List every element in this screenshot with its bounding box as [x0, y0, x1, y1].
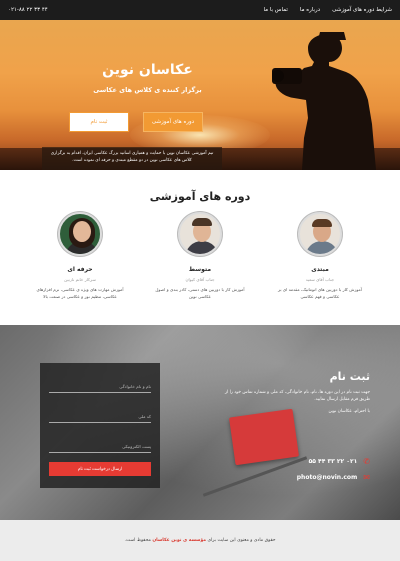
avatar-intermediate-teacher — [178, 212, 222, 256]
footer-text-start: حقوق مادی و معنوی این سایت برای — [206, 538, 276, 543]
course-description: آموزش مهارت های ویژه ی عکاسی، نرم افزاره… — [36, 287, 124, 299]
course-level: مبتدی — [311, 266, 329, 273]
name-input[interactable] — [49, 381, 151, 393]
course-card-professional: حرفه ای سرکار خانم نازنین آموزش مهارت ها… — [35, 212, 125, 300]
contact-email: ✉ photo@novin.com — [297, 473, 370, 482]
hero-section: عکاسان نوین برگزار کننده ی کلاس های عکاس… — [0, 20, 400, 170]
course-description: آموزش کار با دوربین های اتوماتیک، مقدمه … — [278, 287, 362, 299]
phone-icon: ✆ — [363, 457, 370, 466]
register-form: ارسال درخواست ثبت نام — [40, 363, 160, 488]
footer: حقوق مادی و معنوی این سایت برای مؤسسه ی … — [0, 520, 400, 561]
course-description: آموزش کار با دوربین های دستی، کادر بندی … — [155, 287, 245, 299]
register-text: جهت ثبت نام در این دوره ها، نام، نام خان… — [224, 390, 370, 402]
courses-section: دوره های آموزشی مبتدی جناب آقای سعید آمو… — [0, 170, 400, 325]
hero-title: عکاسان نوین — [102, 62, 193, 78]
main-nav: شرایط دوره های آموزشی درباره ما تماس با … — [263, 7, 392, 13]
course-card-intermediate: متوسط جناب آقای کیوان آموزش کار با دوربی… — [155, 212, 245, 300]
topbar-phone: ۰۲۱-۸۸ ۲۲ ۳۳ ۴۴ — [8, 7, 48, 13]
contact-phone: ✆ ۰۲۱ ۲۲ ۳۳ ۴۴ ۵۵ — [309, 457, 370, 466]
course-teacher: سرکار خانم نازنین — [64, 277, 96, 282]
nav-link-contact[interactable]: تماس با ما — [263, 7, 287, 13]
register-button[interactable]: ثبت نام — [69, 112, 129, 132]
hero-description: تیم آموزشی عکاسان نوین با حمایت و همیاری… — [42, 147, 222, 170]
register-title: ثبت نام — [329, 370, 370, 383]
nav-link-course-terms[interactable]: شرایط دوره های آموزشی — [332, 7, 392, 13]
contact-email-address[interactable]: photo@novin.com — [297, 474, 358, 481]
register-info: ثبت نام جهت ثبت نام در این دوره ها، نام،… — [220, 370, 370, 414]
national-id-input[interactable] — [49, 411, 151, 423]
courses-button[interactable]: دوره های آموزشی — [143, 112, 203, 132]
footer-brand: مؤسسه ی نوین عکاسان — [152, 538, 207, 543]
avatar-beginner-teacher — [298, 212, 342, 256]
contact-phone-number: ۰۲۱ ۲۲ ۳۳ ۴۴ ۵۵ — [308, 458, 358, 465]
course-card-beginner: مبتدی جناب آقای سعید آموزش کار با دوربین… — [275, 212, 365, 300]
avatar-professional-teacher — [58, 212, 102, 256]
hero-buttons: دوره های آموزشی ثبت نام — [69, 112, 203, 132]
register-regards: با احترام، عکاسان نوین — [328, 409, 370, 414]
photographer-silhouette-image — [272, 32, 376, 170]
courses-title: دوره های آموزشی — [149, 190, 251, 203]
email-input[interactable] — [49, 441, 151, 453]
submit-registration-button[interactable]: ارسال درخواست ثبت نام — [49, 462, 151, 476]
footer-copyright: حقوق مادی و معنوی این سایت برای مؤسسه ی … — [125, 538, 276, 543]
course-level: متوسط — [188, 266, 212, 273]
red-notebook-image — [228, 408, 300, 466]
course-level: حرفه ای — [67, 266, 93, 273]
course-teacher: جناب آقای کیوان — [185, 277, 215, 282]
top-bar: شرایط دوره های آموزشی درباره ما تماس با … — [0, 0, 400, 20]
nav-link-about[interactable]: درباره ما — [300, 7, 320, 13]
course-teacher: جناب آقای سعید — [305, 277, 335, 282]
envelope-icon: ✉ — [363, 473, 370, 482]
register-section: ارسال درخواست ثبت نام ثبت نام جهت ثبت نا… — [0, 325, 400, 520]
hero-subtitle: برگزار کننده ی کلاس های عکاسی — [93, 86, 202, 94]
footer-text-end: محفوظ است. — [124, 538, 153, 543]
